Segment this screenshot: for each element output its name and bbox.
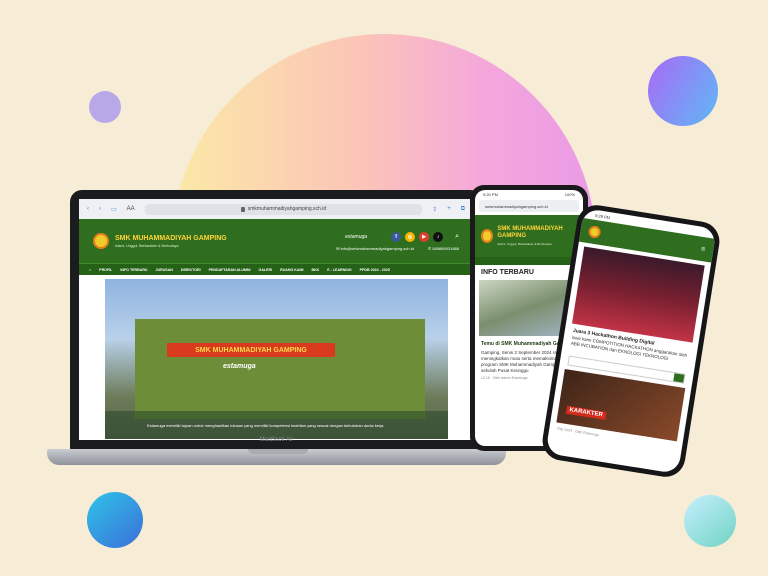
nav-item-ruang-kami[interactable]: RUANG KAMI [280,268,303,272]
menu-icon[interactable]: ≡ [701,245,706,253]
iphone-status-time: 9:29 PM [594,212,611,221]
text-size-button[interactable]: AA [127,206,135,212]
mobile-address-bar[interactable]: smkmuhammadiyahgamping.sch.id [479,200,579,212]
address-bar[interactable]: smkmuhammadiyahgamping.sch.id [144,203,423,215]
book-icon[interactable]: ▭ [111,206,117,213]
school-building-image [135,319,425,419]
address-bar-url: smkmuhammadiyahgamping.sch.id [247,206,327,212]
hero-estamuga-sign: estamuga [223,363,256,370]
phone-contact[interactable]: ✆ 085869531888 [428,246,459,251]
tiktok-icon[interactable]: ♪ [433,231,444,242]
laptop-screen: ‹ › ▭ AA smkmuhammadiyahgamping.sch.id ⇪… [79,199,473,440]
email-text: info@smkmuhammadiyahgamping.sch.id [340,245,414,251]
nav-item-bkk[interactable]: BKK [311,268,319,272]
decor-dot-blue [87,492,143,548]
nav-item-jurusan[interactable]: JURUSAN [156,268,173,272]
feature-badge: KARAKTER [565,405,607,420]
email-contact[interactable]: ✉ info@smkmuhammadiyahgamping.sch.id [336,246,414,251]
decor-dot-mint [684,495,736,547]
estamuga-logo: estamuga [345,233,368,240]
phone-text: 085869531888 [432,245,459,251]
mobile-site-title[interactable]: SMK MUHAMMADIYAH GAMPING [497,226,577,240]
laptop-mockup: ‹ › ▭ AA smkmuhammadiyahgamping.sch.id ⇪… [70,190,482,452]
mobile-address-url: smkmuhammadiyahgamping.sch.id [485,203,548,209]
nav-item-profil[interactable]: PROFIL [99,268,112,272]
nav-item-e-learning[interactable]: E - LEARNING [327,268,351,272]
mobile-school-logo[interactable] [481,229,494,243]
laptop-notch [248,449,308,454]
hero-caption: Estamuga memiliki tujuan untuk menghasil… [105,411,448,439]
section-heading-info-terbaru: INFO TERBARU [481,269,534,276]
nav-item-info-terbaru[interactable]: INFO TERBARU [120,268,147,272]
share-icon[interactable]: ⇪ [432,206,437,213]
iphone-search-button[interactable] [673,372,685,383]
iphone-school-logo[interactable] [587,225,602,239]
nav-item-direktori[interactable]: DIREKTORI [181,268,201,272]
status-time: 9:20 PM [483,192,498,197]
nav-item-ppdb[interactable]: PPDB 2024 - 2025 [360,268,390,272]
site-navigation: ⌂ PROFIL INFO TERBARU JURUSAN DIREKTORI … [79,263,473,275]
status-battery: 100% [564,192,575,197]
decor-dot-lavender [89,91,121,123]
site-title[interactable]: SMK MUHAMMADIYAH GAMPING [115,235,227,242]
hero-school-sign: SMK MUHAMMADIYAH GAMPING [167,343,335,357]
back-icon[interactable]: ‹ [87,206,89,212]
plus-icon[interactable]: + [447,206,451,212]
facebook-icon[interactable]: f [391,231,402,242]
site-tagline: Islami, Unggul, Berkarakter & Berbudaya [115,243,179,248]
home-icon[interactable]: ⌂ [89,268,91,272]
browser-toolbar: ‹ › ▭ AA smkmuhammadiyahgamping.sch.id ⇪… [79,199,473,219]
youtube-icon[interactable]: ▶ [419,231,430,242]
instagram-icon[interactable]: ◎ [405,231,416,242]
site-header: SMK MUHAMMADIYAH GAMPING Islami, Unggul,… [79,219,473,263]
status-bar: 9:20 PM 100% [475,190,583,200]
nav-item-galeri[interactable]: GALERI [259,268,273,272]
mobile-site-header: SMK MUHAMMADIYAH GAMPING Islami, Unggul,… [475,215,583,257]
decor-dot-purple-blue [648,56,718,126]
nav-item-pendaftaran-alumni[interactable]: PENDAFTARAN ALUMNI [209,268,251,272]
tabs-icon[interactable]: ⧉ [461,206,465,213]
hero-banner[interactable]: SMK MUHAMMADIYAH GAMPING estamuga Estamu… [105,279,448,440]
mobile-site-tagline: Islami, Unggul, Berkarakter & Berbudaya [497,241,552,246]
school-logo[interactable] [93,233,109,249]
mobile-navbar [475,257,583,265]
forward-icon[interactable]: › [99,206,101,212]
search-icon[interactable]: ⌕ [455,233,459,241]
lock-icon [240,206,245,212]
